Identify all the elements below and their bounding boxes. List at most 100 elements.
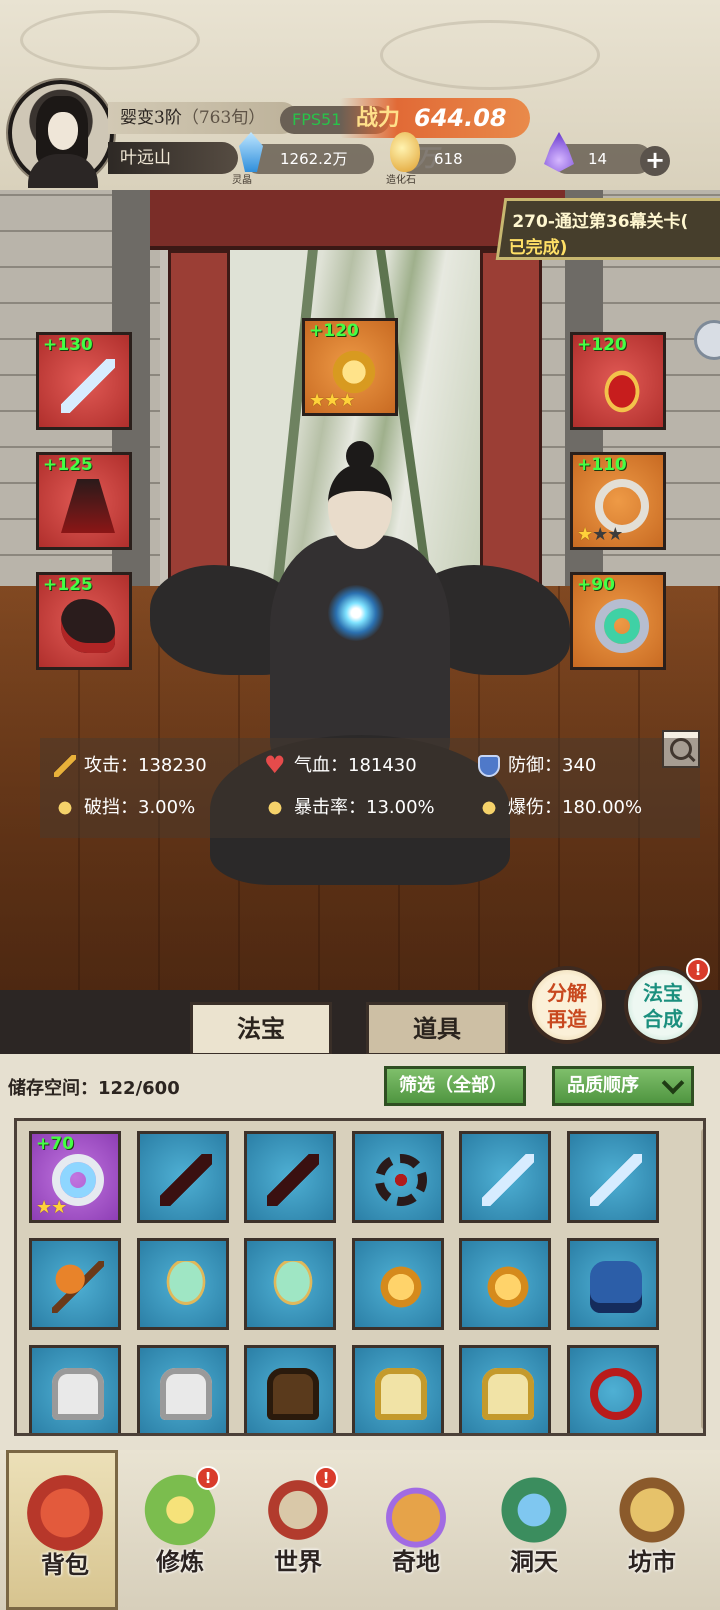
tab-fabao[interactable]: 法宝 <box>190 1002 332 1056</box>
alert-badge: ! <box>196 1466 220 1490</box>
equip-slot-helmet[interactable]: +120 <box>570 332 666 430</box>
alert-badge: ! <box>314 1466 338 1490</box>
crit-icon <box>264 797 286 819</box>
inventory-item[interactable] <box>136 1345 229 1433</box>
sort-dropdown[interactable]: 品质顺序 <box>552 1066 694 1106</box>
nav-item-4[interactable]: 奇地 <box>360 1450 472 1610</box>
break-icon <box>54 797 76 819</box>
alert-badge: ! <box>686 958 710 982</box>
inventory-item[interactable] <box>136 1131 229 1223</box>
stat-crit-damage: 爆伤：180.00% <box>478 794 642 822</box>
nav-item-1[interactable]: 背包 <box>6 1450 118 1610</box>
nav-item-3[interactable]: 世界! <box>242 1450 354 1610</box>
inventory-grid[interactable]: +70 ★★ <box>14 1118 706 1436</box>
inventory-item[interactable] <box>459 1131 551 1223</box>
resource-value: 618 <box>434 150 463 168</box>
inventory-item[interactable] <box>566 1238 659 1330</box>
bag-icon <box>27 1475 103 1551</box>
nav-item-2[interactable]: 修炼! <box>124 1450 236 1610</box>
equip-slot-ring[interactable]: +90 <box>570 572 666 670</box>
inventory-item[interactable] <box>566 1345 659 1433</box>
inventory-scrollbar[interactable] <box>701 1129 703 1429</box>
golden-armor-icon <box>374 1261 427 1313</box>
equip-level: +110 <box>577 455 627 475</box>
storage-capacity: 储存空间：122/600 <box>8 1078 180 1099</box>
equip-level: +130 <box>43 335 93 355</box>
star-icon: ★ <box>51 1197 67 1218</box>
stat-text: 破挡：3.00% <box>84 797 196 818</box>
nav-item-6[interactable]: 坊市 <box>596 1450 708 1610</box>
equip-slot-weapon[interactable]: +130 <box>36 332 132 430</box>
star-rating: ★★★ <box>577 524 623 545</box>
stat-crit: 暴击率：13.00% <box>264 794 435 822</box>
market-icon <box>614 1472 690 1548</box>
tab-daoju[interactable]: 道具 <box>366 1002 508 1056</box>
star-icon: ★ <box>324 390 340 411</box>
sort-label: 品质顺序 <box>567 1075 639 1096</box>
inventory-item[interactable] <box>244 1238 336 1330</box>
equip-slot-talisman[interactable]: +120 ★★★ <box>302 318 398 416</box>
head <box>328 465 392 549</box>
golden-armor-icon <box>482 1261 534 1313</box>
gold-plate-icon <box>374 1368 427 1420</box>
sword-icon <box>54 755 76 777</box>
button-label: 再造 <box>547 1007 587 1031</box>
blue-robe-icon <box>589 1261 642 1313</box>
inventory-item[interactable] <box>459 1345 551 1433</box>
realm-level: 婴变3阶（763旬） <box>108 102 298 134</box>
filter-button[interactable]: 筛选（全部） <box>384 1066 526 1106</box>
nav-item-5[interactable]: 洞天 <box>478 1450 590 1610</box>
white-robe-icon <box>159 1368 212 1420</box>
nav-label: 背包 <box>41 1550 89 1579</box>
inventory-item[interactable] <box>351 1345 444 1433</box>
stat-defense: 防御：340 <box>478 752 596 780</box>
torso <box>270 535 450 765</box>
tab-bar <box>0 990 720 1054</box>
inventory-item[interactable] <box>351 1131 444 1223</box>
quest-banner[interactable]: 270-通过第36幕关卡( 已完成) <box>495 198 720 260</box>
inventory-item[interactable] <box>566 1131 659 1223</box>
add-resource-button[interactable]: + <box>640 146 670 176</box>
equip-level: +125 <box>43 455 93 475</box>
resource-creation-stone[interactable]: 造化石 618 <box>386 132 516 186</box>
quest-status: 已完成) <box>508 238 568 258</box>
equip-slot-armor[interactable]: +125 <box>36 452 132 550</box>
star-rating: ★★ <box>36 1197 67 1218</box>
inventory-item[interactable] <box>351 1238 444 1330</box>
wonderland-icon <box>378 1472 454 1548</box>
jade-ring-icon <box>595 599 649 653</box>
inventory-item[interactable] <box>244 1131 336 1223</box>
equip-slot-necklace[interactable]: +110 ★★★ <box>570 452 666 550</box>
resource-value: 14 <box>588 150 608 168</box>
equip-level: +90 <box>577 575 615 595</box>
brown-robe-icon <box>267 1368 319 1420</box>
stat-text: 攻击：138230 <box>84 755 207 776</box>
inventory-item[interactable] <box>136 1238 229 1330</box>
resource-spirit-crystal[interactable]: 灵晶 1262.2万 <box>232 132 374 186</box>
inventory-item[interactable] <box>244 1345 336 1433</box>
decompose-button[interactable]: 分解 再造 <box>528 966 606 1044</box>
equip-slot-boots[interactable]: +125 <box>36 572 132 670</box>
button-label: 合成 <box>643 1007 683 1031</box>
flame-crown-icon <box>595 359 649 413</box>
player-avatar[interactable] <box>8 80 114 188</box>
equip-level: +120 <box>577 335 627 355</box>
meditating-cultivator[interactable] <box>150 441 570 965</box>
nav-label: 洞天 <box>510 1547 558 1576</box>
heart-icon: ♥ <box>264 751 286 779</box>
cloud-decoration <box>20 10 200 70</box>
nav-label: 世界 <box>274 1547 322 1576</box>
dagger-icon <box>159 1154 212 1206</box>
dagger-icon <box>267 1154 319 1206</box>
star-icon: ★ <box>309 390 325 411</box>
item-level: +70 <box>36 1134 74 1154</box>
inventory-item[interactable] <box>459 1238 551 1330</box>
inventory-item[interactable]: +70 ★★ <box>29 1131 121 1223</box>
wheel-icon <box>374 1154 427 1206</box>
fan-icon <box>267 1261 319 1313</box>
resource-purple-flame[interactable]: 14 <box>544 132 652 174</box>
inventory-item[interactable] <box>29 1238 121 1330</box>
equip-level: +120 <box>309 321 359 341</box>
cloud-decoration <box>380 20 600 90</box>
inventory-item[interactable] <box>29 1345 121 1433</box>
